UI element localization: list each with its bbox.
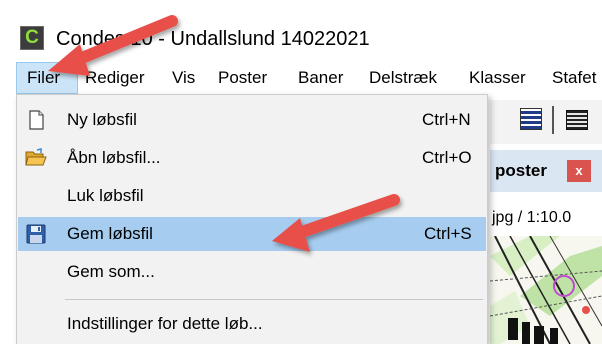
open-folder-icon [25,148,47,166]
menu-item-label: Luk løbsfil [67,186,144,205]
menu-klasser[interactable]: Klasser [469,62,526,94]
menu-rediger-label: Rediger [85,68,145,87]
menu-filer[interactable]: Filer [16,62,78,94]
menu-poster[interactable]: Poster [218,62,267,94]
menu-separator [65,299,483,300]
menu-item-shortcut: Ctrl+O [422,148,472,167]
poster-panel-title: poster [495,161,547,180]
table-toolbar-icon[interactable] [520,108,542,130]
menu-klasser-label: Klasser [469,68,526,87]
menu-baner-label: Baner [298,68,344,87]
menu-delstraek-label: Delstræk [369,68,438,87]
menu-bar: Filer Rediger Vis Poster Baner Delstræk … [0,62,602,94]
menu-item-gem-som[interactable]: Gem som... [18,255,486,289]
save-disk-icon [26,224,46,244]
menu-item-label: Indstillinger for dette løb... [67,314,263,333]
new-file-icon [29,110,44,130]
grid-toolbar-icon[interactable] [566,110,588,130]
menu-item-label: Gem løbsfil [67,224,153,243]
map-image [490,236,602,344]
menu-item-shortcut: Ctrl+N [422,110,471,129]
menu-item-indstillinger[interactable]: Indstillinger for dette løb... [18,307,486,341]
screenshot-stage: C Condes 10 - Undallslund 14022021 Filer… [0,0,602,344]
menu-delstraek[interactable]: Delstræk [369,62,437,94]
menu-rediger[interactable]: Rediger [85,62,145,94]
menu-baner[interactable]: Baner [298,62,343,94]
menu-item-label: Gem som... [67,262,155,281]
menu-vis-label: Vis [172,68,196,87]
menu-item-label: Ny løbsfil [67,110,137,129]
window-title: Condes 10 - Undallslund 14022021 [56,28,370,50]
app-icon-letter: C [25,27,39,48]
menu-stafet-label: Stafet [552,68,597,87]
menu-stafet[interactable]: Stafet [552,62,596,94]
condes-app-icon: C [20,26,44,50]
toolbar-separator [552,106,554,134]
file-menu-dropdown: Ny løbsfil Ctrl+N Åbn løbsfil... Ctrl+O … [16,94,488,344]
menu-item-shortcut: Ctrl+S [424,224,472,243]
menu-item-luk-lobsfil[interactable]: Luk løbsfil [18,179,486,213]
panel-close-button[interactable]: x [567,160,591,182]
menu-item-label: Åbn løbsfil... [67,148,161,167]
map-scale-info: jpg / 1:10.0 [492,209,572,226]
menu-poster-label: Poster [218,68,268,87]
menu-item-gem-lobsfil[interactable]: Gem løbsfil Ctrl+S [18,217,486,251]
menu-item-abn-lobsfil[interactable]: Åbn løbsfil... Ctrl+O [18,141,486,175]
title-bar: C Condes 10 - Undallslund 14022021 [0,0,602,62]
menu-vis[interactable]: Vis [172,62,195,94]
map-view[interactable] [490,236,602,344]
menu-filer-label: Filer [27,68,61,87]
menu-item-ny-lobsfil[interactable]: Ny løbsfil Ctrl+N [18,103,486,137]
